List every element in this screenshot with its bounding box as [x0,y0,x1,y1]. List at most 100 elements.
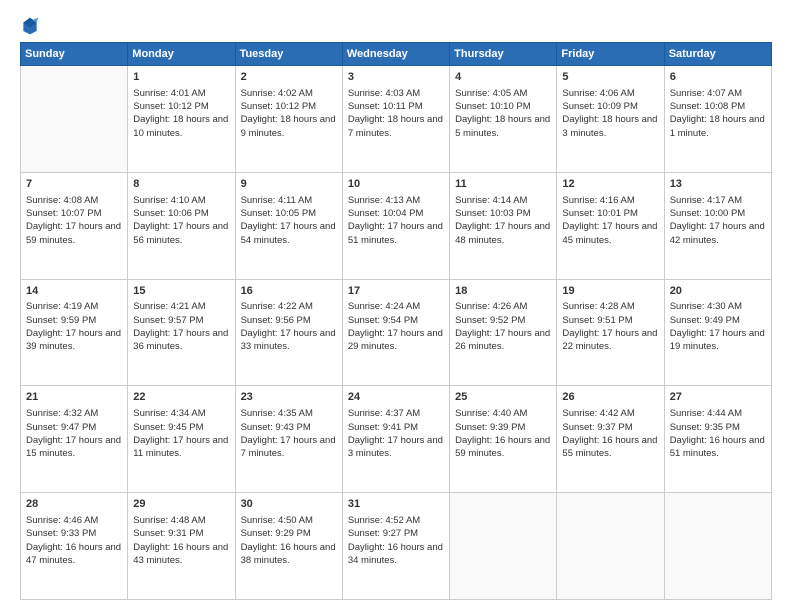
calendar-table: SundayMondayTuesdayWednesdayThursdayFrid… [20,42,772,600]
calendar-cell: 26 Sunrise: 4:42 AMSunset: 9:37 PMDayligh… [557,386,664,493]
day-info: Sunrise: 4:28 AMSunset: 9:51 PMDaylight:… [562,300,658,353]
day-number: 18 [455,284,551,299]
day-number: 9 [241,177,337,192]
day-info: Sunrise: 4:16 AMSunset: 10:01 PMDaylight… [562,194,658,247]
logo [20,16,48,36]
day-number: 5 [562,70,658,85]
header [20,16,772,36]
day-header-wednesday: Wednesday [342,43,449,66]
calendar-cell: 1 Sunrise: 4:01 AMSunset: 10:12 PMDayligh… [128,66,235,173]
calendar-cell: 20Sunrise: 4:30 AMSunset: 9:49 PMDayligh… [664,279,771,386]
calendar-cell [21,66,128,173]
day-number: 21 [26,390,122,405]
calendar-cell: 19Sunrise: 4:28 AMSunset: 9:51 PMDayligh… [557,279,664,386]
day-number: 22 [133,390,229,405]
day-info: Sunrise: 4:07 AMSunset: 10:08 PMDaylight… [670,87,766,140]
day-number: 25 [455,390,551,405]
day-number: 11 [455,177,551,192]
day-number: 26 [562,390,658,405]
day-info: Sunrise: 4:08 AMSunset: 10:07 PMDaylight… [26,194,122,247]
day-info: Sunrise: 4:02 AMSunset: 10:12 PMDaylight… [241,87,337,140]
calendar-cell: 9 Sunrise: 4:11 AMSunset: 10:05 PMDayligh… [235,172,342,279]
day-info: Sunrise: 4:30 AMSunset: 9:49 PMDaylight:… [670,300,766,353]
day-info: Sunrise: 4:03 AMSunset: 10:11 PMDaylight… [348,87,444,140]
calendar-cell: 8 Sunrise: 4:10 AMSunset: 10:06 PMDayligh… [128,172,235,279]
day-number: 16 [241,284,337,299]
day-number: 17 [348,284,444,299]
calendar-week-4: 21 Sunrise: 4:32 AMSunset: 9:47 PMDayligh… [21,386,772,493]
calendar-cell [450,493,557,600]
calendar-cell: 7 Sunrise: 4:08 AMSunset: 10:07 PMDayligh… [21,172,128,279]
calendar-cell: 14Sunrise: 4:19 AMSunset: 9:59 PMDayligh… [21,279,128,386]
day-number: 14 [26,284,122,299]
calendar-cell: 2 Sunrise: 4:02 AMSunset: 10:12 PMDayligh… [235,66,342,173]
calendar-cell: 16Sunrise: 4:22 AMSunset: 9:56 PMDayligh… [235,279,342,386]
day-info: Sunrise: 4:21 AMSunset: 9:57 PMDaylight:… [133,300,229,353]
day-info: Sunrise: 4:34 AMSunset: 9:45 PMDaylight:… [133,407,229,460]
calendar-cell: 22 Sunrise: 4:34 AMSunset: 9:45 PMDayligh… [128,386,235,493]
calendar-cell: 17Sunrise: 4:24 AMSunset: 9:54 PMDayligh… [342,279,449,386]
calendar-cell: 5 Sunrise: 4:06 AMSunset: 10:09 PMDayligh… [557,66,664,173]
day-number: 6 [670,70,766,85]
day-info: Sunrise: 4:05 AMSunset: 10:10 PMDaylight… [455,87,551,140]
day-info: Sunrise: 4:42 AMSunset: 9:37 PMDaylight:… [562,407,658,460]
day-number: 7 [26,177,122,192]
day-info: Sunrise: 4:46 AMSunset: 9:33 PMDaylight:… [26,514,122,567]
calendar-cell: 23Sunrise: 4:35 AMSunset: 9:43 PMDayligh… [235,386,342,493]
day-info: Sunrise: 4:32 AMSunset: 9:47 PMDaylight:… [26,407,122,460]
day-info: Sunrise: 4:19 AMSunset: 9:59 PMDaylight:… [26,300,122,353]
day-info: Sunrise: 4:26 AMSunset: 9:52 PMDaylight:… [455,300,551,353]
day-info: Sunrise: 4:52 AMSunset: 9:27 PMDaylight:… [348,514,444,567]
day-header-saturday: Saturday [664,43,771,66]
day-number: 31 [348,497,444,512]
day-header-friday: Friday [557,43,664,66]
calendar-cell: 15Sunrise: 4:21 AMSunset: 9:57 PMDayligh… [128,279,235,386]
day-number: 24 [348,390,444,405]
calendar-cell: 11 Sunrise: 4:14 AMSunset: 10:03 PMDaylig… [450,172,557,279]
calendar-cell: 25 Sunrise: 4:40 AMSunset: 9:39 PMDayligh… [450,386,557,493]
day-info: Sunrise: 4:10 AMSunset: 10:06 PMDaylight… [133,194,229,247]
calendar-cell: 3 Sunrise: 4:03 AMSunset: 10:11 PMDayligh… [342,66,449,173]
day-info: Sunrise: 4:11 AMSunset: 10:05 PMDaylight… [241,194,337,247]
day-number: 1 [133,70,229,85]
day-number: 3 [348,70,444,85]
day-info: Sunrise: 4:24 AMSunset: 9:54 PMDaylight:… [348,300,444,353]
calendar-cell: 21 Sunrise: 4:32 AMSunset: 9:47 PMDayligh… [21,386,128,493]
calendar-week-5: 28 Sunrise: 4:46 AMSunset: 9:33 PMDayligh… [21,493,772,600]
day-info: Sunrise: 4:17 AMSunset: 10:00 PMDaylight… [670,194,766,247]
day-number: 23 [241,390,337,405]
day-number: 19 [562,284,658,299]
day-number: 27 [670,390,766,405]
logo-icon [20,16,40,36]
calendar-cell: 6 Sunrise: 4:07 AMSunset: 10:08 PMDayligh… [664,66,771,173]
calendar-week-2: 7 Sunrise: 4:08 AMSunset: 10:07 PMDayligh… [21,172,772,279]
day-info: Sunrise: 4:40 AMSunset: 9:39 PMDaylight:… [455,407,551,460]
calendar-cell: 4 Sunrise: 4:05 AMSunset: 10:10 PMDayligh… [450,66,557,173]
calendar-cell [664,493,771,600]
calendar-cell: 13Sunrise: 4:17 AMSunset: 10:00 PMDaylig… [664,172,771,279]
day-info: Sunrise: 4:14 AMSunset: 10:03 PMDaylight… [455,194,551,247]
calendar-cell: 30 Sunrise: 4:50 AMSunset: 9:29 PMDayligh… [235,493,342,600]
calendar-cell: 10 Sunrise: 4:13 AMSunset: 10:04 PMDaylig… [342,172,449,279]
day-info: Sunrise: 4:48 AMSunset: 9:31 PMDaylight:… [133,514,229,567]
calendar-cell: 31 Sunrise: 4:52 AMSunset: 9:27 PMDayligh… [342,493,449,600]
calendar-cell: 27Sunrise: 4:44 AMSunset: 9:35 PMDayligh… [664,386,771,493]
calendar-cell: 12Sunrise: 4:16 AMSunset: 10:01 PMDaylig… [557,172,664,279]
calendar-cell: 28 Sunrise: 4:46 AMSunset: 9:33 PMDayligh… [21,493,128,600]
calendar-cell [557,493,664,600]
day-info: Sunrise: 4:01 AMSunset: 10:12 PMDaylight… [133,87,229,140]
day-number: 20 [670,284,766,299]
calendar-header-row: SundayMondayTuesdayWednesdayThursdayFrid… [21,43,772,66]
day-number: 30 [241,497,337,512]
day-info: Sunrise: 4:06 AMSunset: 10:09 PMDaylight… [562,87,658,140]
day-number: 2 [241,70,337,85]
day-header-thursday: Thursday [450,43,557,66]
calendar-week-1: 1 Sunrise: 4:01 AMSunset: 10:12 PMDayligh… [21,66,772,173]
day-number: 15 [133,284,229,299]
day-number: 8 [133,177,229,192]
day-number: 28 [26,497,122,512]
day-number: 10 [348,177,444,192]
day-info: Sunrise: 4:50 AMSunset: 9:29 PMDaylight:… [241,514,337,567]
day-info: Sunrise: 4:13 AMSunset: 10:04 PMDaylight… [348,194,444,247]
day-number: 4 [455,70,551,85]
